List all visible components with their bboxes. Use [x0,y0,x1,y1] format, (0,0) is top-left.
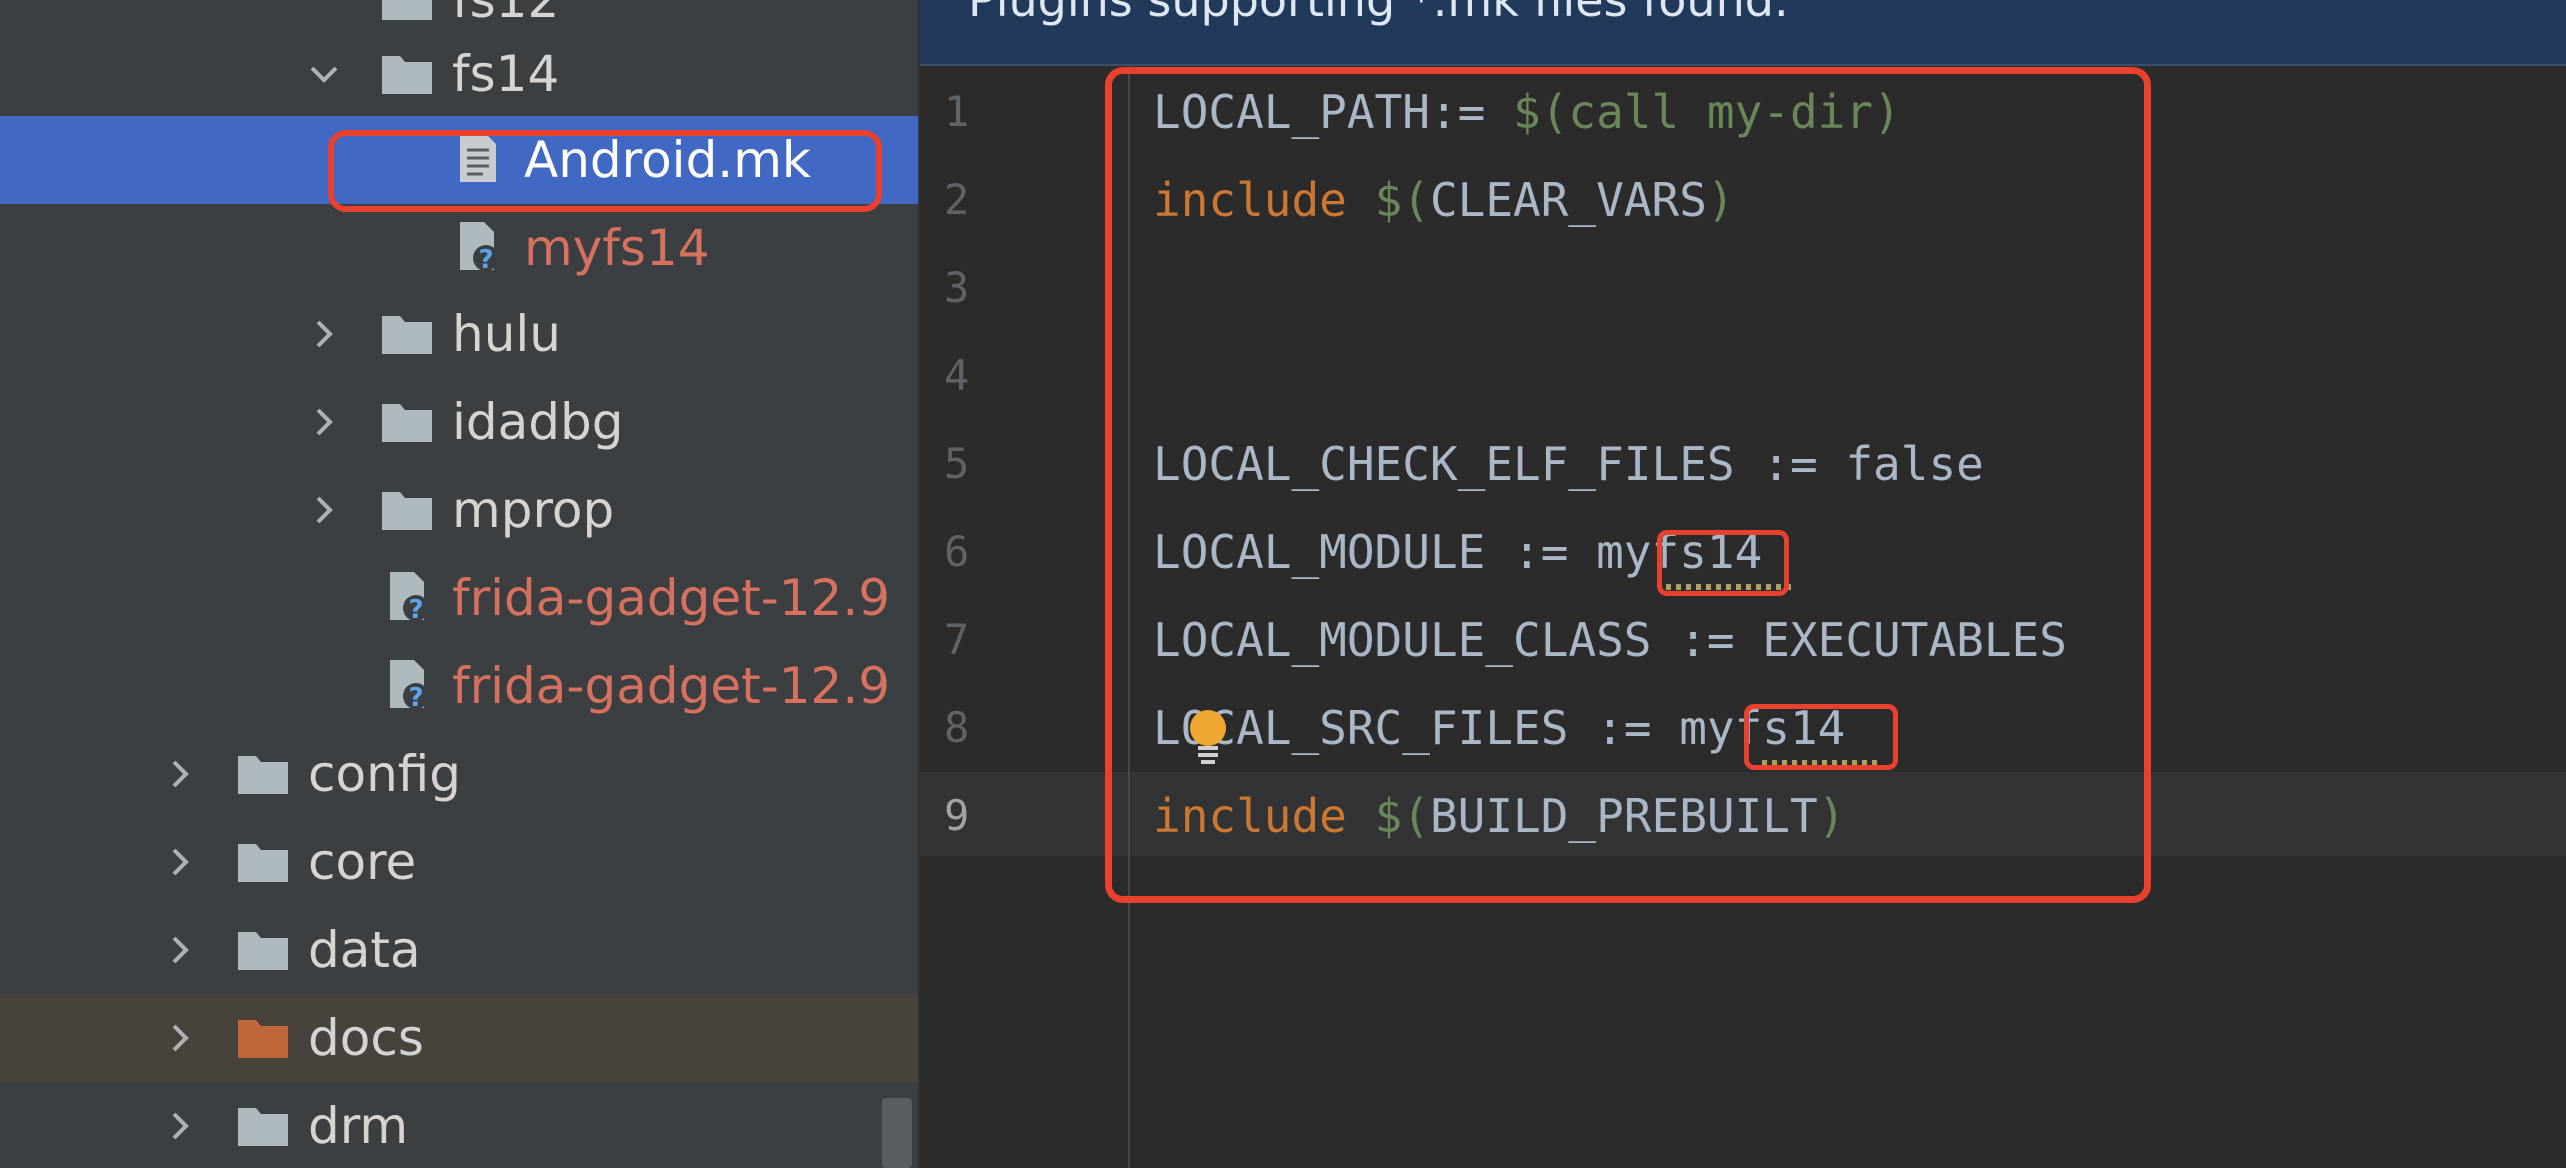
tree-item-label: hulu [452,305,561,363]
chevron-right-icon[interactable] [164,1110,196,1142]
line-number: 4 [944,351,970,400]
chevron-right-icon[interactable] [308,494,340,526]
tree-item-label: mprop [452,481,615,539]
code-editor[interactable]: Plugins supporting *.mk files found. 1 2… [920,0,2566,1168]
tree-item-label: drm [308,1097,409,1155]
tree-item-fs14[interactable]: fs14 [0,30,920,118]
tree-item-label: frida-gadget-12.9 [452,569,891,627]
line-number: 7 [944,615,970,664]
tree-item-label: config [308,745,462,803]
annotation-box-makefile [1105,67,2151,903]
tree-item-core[interactable]: core [0,818,920,906]
tree-item-docs[interactable]: docs [0,994,920,1082]
line-number: 8 [944,703,970,752]
excluded-folder-icon [236,1014,290,1060]
svg-text:?: ? [408,683,423,710]
chevron-right-icon[interactable] [164,758,196,790]
annotation-box-selected-file [328,130,882,212]
tree-item-label: frida-gadget-12.9 [452,657,891,715]
folder-icon [236,1102,290,1148]
svg-text:?: ? [408,595,423,622]
chevron-right-icon[interactable] [308,318,340,350]
chevron-right-icon[interactable] [308,406,340,438]
chevron-right-icon[interactable] [164,934,196,966]
tree-item-mprop[interactable]: mprop [0,466,920,554]
tree-item-frida-gadget[interactable]: ? frida-gadget-12.9 [0,642,920,730]
tree-item-label: fs14 [452,45,560,103]
unknown-file-icon: ? [456,220,500,272]
chevron-down-icon[interactable] [308,58,340,90]
folder-icon [236,926,290,972]
tree-item-frida-gadget[interactable]: ? frida-gadget-12.9 [0,554,920,642]
folder-icon [380,50,434,96]
tree-item-label: data [308,921,421,979]
annotation-box-module-name [1657,530,1789,596]
tree-item-idadbg[interactable]: idadbg [0,378,920,466]
chevron-right-icon[interactable] [164,846,196,878]
line-number: 3 [944,263,970,312]
line-number: 1 [944,87,970,136]
tree-item-data[interactable]: data [0,906,920,994]
folder-icon [380,0,434,22]
folder-icon [380,310,434,356]
svg-text:?: ? [478,245,493,272]
line-number: 2 [944,175,970,224]
tree-item-label: myfs14 [524,219,710,277]
chevron-right-icon[interactable] [164,1022,196,1054]
folder-icon [236,838,290,884]
tree-item-label: core [308,833,417,891]
tree-item-label: idadbg [452,393,624,451]
annotation-box-src-files [1744,704,1898,770]
tree-scrollbar[interactable] [882,1098,912,1168]
tree-item-drm[interactable]: drm [0,1082,920,1168]
line-number: 9 [944,791,970,840]
tree-item-hulu[interactable]: hulu [0,290,920,378]
banner-text: Plugins supporting *.mk files found. [968,0,1789,27]
tree-item-config[interactable]: config [0,730,920,818]
line-number: 5 [944,439,970,488]
tree-item-myfs14[interactable]: ? myfs14 [0,204,920,292]
unknown-file-icon: ? [386,658,430,710]
folder-icon [236,750,290,796]
tree-item-label: docs [308,1009,424,1067]
line-number: 6 [944,527,970,576]
unknown-file-icon: ? [386,570,430,622]
tree-item-label: fs12 [452,0,560,29]
folder-icon [380,398,434,444]
project-tree: fs12 fs14 Android.mk ? myfs14 hulu idadb… [0,0,920,1168]
folder-icon [380,486,434,532]
plugin-notification-banner[interactable]: Plugins supporting *.mk files found. [920,0,2566,66]
